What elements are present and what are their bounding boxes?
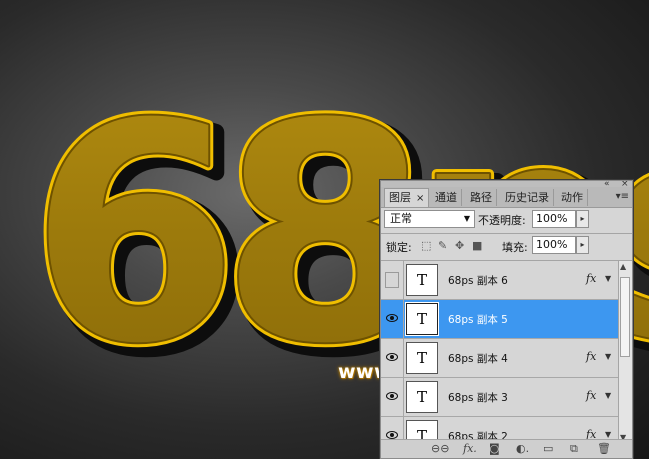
group-icon[interactable]: ▭ <box>543 442 553 455</box>
layers-scrollbar[interactable]: ▲ ▼ <box>618 261 632 445</box>
fx-icon[interactable]: fx. <box>463 442 477 455</box>
adjustment-icon[interactable]: ◐. <box>516 442 529 455</box>
expand-effects-icon[interactable]: ▼ <box>605 274 611 283</box>
mask-icon[interactable]: ◙ <box>489 442 500 455</box>
lock-label: 锁定: <box>386 241 412 254</box>
layers-panel: « × 图层 × 通道 路径 历史记录 动作 ▾≡ 正常 ▼ 不透明度: 100%… <box>380 180 633 459</box>
layer-row[interactable]: T 68ps 副本 5 <box>381 300 618 339</box>
fx-icon[interactable]: fx <box>586 272 596 285</box>
layer-row[interactable]: T 68ps 副本 3 fx ▼ <box>381 378 618 417</box>
layer-row[interactable]: T 68ps 副本 4 fx ▼ <box>381 339 618 378</box>
eye-icon[interactable] <box>383 348 401 368</box>
layer-name[interactable]: 68ps 副本 6 <box>448 273 508 288</box>
panel-tabs: 图层 × 通道 路径 历史记录 动作 ▾≡ <box>381 187 632 208</box>
fx-icon[interactable]: fx <box>586 389 596 402</box>
tab-channels[interactable]: 通道 <box>431 189 462 206</box>
tab-actions[interactable]: 动作 <box>557 189 588 206</box>
opacity-label: 不透明度: <box>478 214 526 227</box>
expand-effects-icon[interactable]: ▼ <box>605 391 611 400</box>
opacity-stepper[interactable]: ▸ <box>576 210 589 228</box>
layer-row[interactable]: T 68ps 副本 6 fx ▼ <box>381 261 618 300</box>
fx-icon[interactable]: fx <box>586 350 596 363</box>
chevron-down-icon: ▼ <box>463 214 470 223</box>
opacity-input[interactable]: 100% <box>532 210 576 228</box>
text-layer-thumbnail[interactable]: T <box>406 342 438 374</box>
scroll-up-icon[interactable]: ▲ <box>620 262 626 271</box>
lock-transparent-icon[interactable]: ⬚ <box>421 239 431 252</box>
lock-position-icon[interactable]: ✥ <box>455 239 464 252</box>
layers-list: T 68ps 副本 6 fx ▼ T 68ps 副本 5 T 68ps 副本 4… <box>381 261 618 445</box>
text-layer-thumbnail[interactable]: T <box>406 381 438 413</box>
tab-layers[interactable]: 图层 × <box>384 188 430 207</box>
divider <box>403 339 404 378</box>
scrollbar-thumb[interactable] <box>620 277 630 357</box>
lock-all-icon[interactable]: ■ <box>472 239 482 252</box>
fill-label: 填充: <box>502 241 528 254</box>
layer-name[interactable]: 68ps 副本 3 <box>448 390 508 405</box>
tab-close-icon[interactable]: × <box>416 193 424 204</box>
blend-mode-select[interactable]: 正常 ▼ <box>384 210 475 228</box>
lock-pixels-icon[interactable]: ✎ <box>438 239 447 252</box>
panel-menu-icon[interactable]: ▾≡ <box>616 191 629 202</box>
divider <box>381 233 632 234</box>
divider <box>403 300 404 339</box>
panel-footer: ⊖⊖ fx. ◙ ◐. ▭ ⧉ 🗑 <box>381 439 632 458</box>
divider <box>403 261 404 300</box>
eye-icon[interactable] <box>383 387 401 407</box>
layer-name[interactable]: 68ps 副本 5 <box>448 312 508 327</box>
tab-history[interactable]: 历史记录 <box>501 189 554 206</box>
new-layer-icon[interactable]: ⧉ <box>570 442 578 456</box>
layer-name[interactable]: 68ps 副本 4 <box>448 351 508 366</box>
divider <box>403 378 404 417</box>
fill-stepper[interactable]: ▸ <box>576 236 589 254</box>
trash-icon[interactable]: 🗑 <box>597 442 611 455</box>
tab-paths[interactable]: 路径 <box>466 189 497 206</box>
fill-input[interactable]: 100% <box>532 236 576 254</box>
text-layer-thumbnail[interactable]: T <box>406 264 438 296</box>
tab-layers-label: 图层 <box>389 191 411 204</box>
expand-effects-icon[interactable]: ▼ <box>605 352 611 361</box>
link-icon[interactable]: ⊖⊖ <box>431 442 449 455</box>
eye-icon[interactable] <box>383 309 401 329</box>
text-layer-thumbnail[interactable]: T <box>405 302 439 336</box>
expand-effects-icon[interactable]: ▼ <box>605 430 611 439</box>
visibility-toggle[interactable] <box>385 272 399 288</box>
blend-mode-value: 正常 <box>390 212 412 225</box>
